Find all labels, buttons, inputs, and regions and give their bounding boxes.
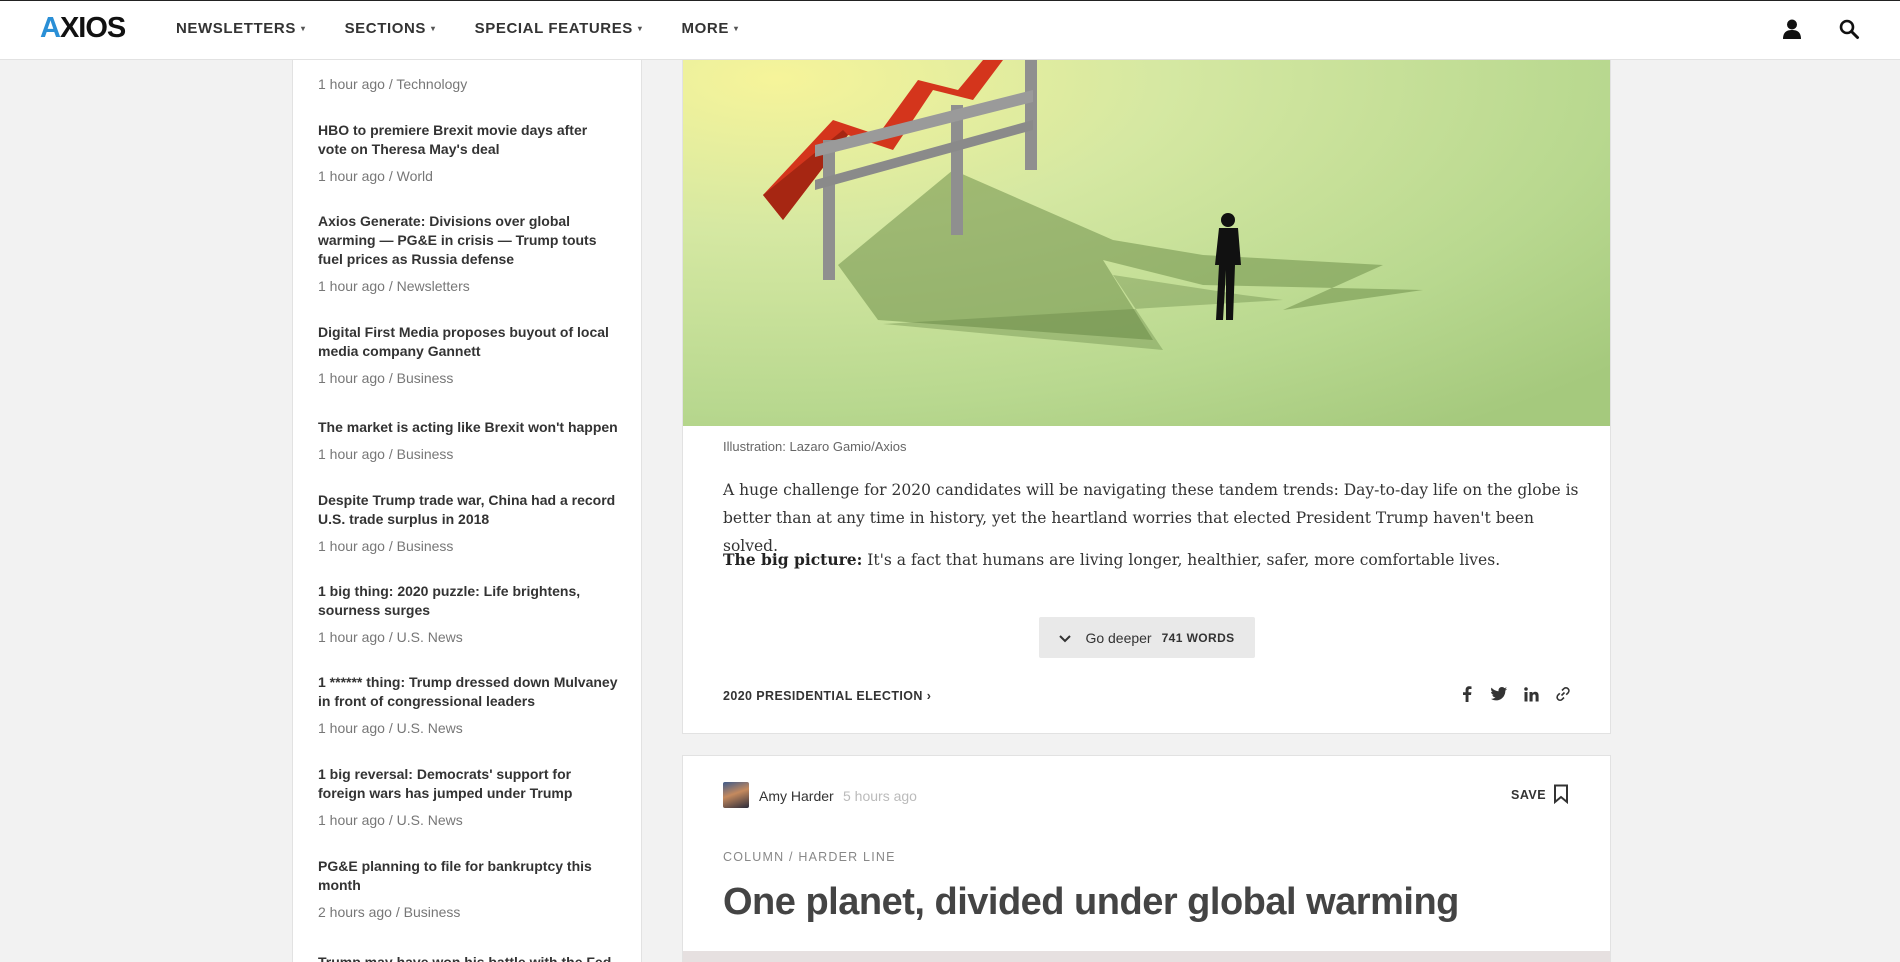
list-item[interactable]: 1 hour ago / Technology — [318, 76, 618, 92]
list-item[interactable]: Despite Trump trade war, China had a rec… — [318, 491, 618, 554]
avatar[interactable] — [723, 782, 749, 808]
item-meta: 1 hour ago / Business — [318, 370, 454, 386]
topic-link[interactable]: 2020 PRESIDENTIAL ELECTION › — [723, 689, 931, 703]
nav-newsletters-label: NEWSLETTERS — [176, 20, 296, 37]
logo-letter-a: A — [40, 11, 61, 44]
author-name[interactable]: Amy Harder — [759, 788, 834, 804]
article-kicker[interactable]: COLUMN / HARDER LINE — [723, 850, 896, 864]
article-card: Illustration: Lazaro Gamio/Axios A huge … — [682, 60, 1611, 734]
item-meta: 1 hour ago / World — [318, 168, 433, 184]
big-picture-text: It's a fact that humans are living longe… — [862, 551, 1501, 569]
list-item[interactable]: Axios Generate: Divisions over global wa… — [318, 212, 618, 294]
chevron-right-icon: › — [926, 689, 932, 703]
article-illustration — [683, 60, 1610, 426]
item-meta: 1 hour ago / U.S. News — [318, 629, 463, 645]
latest-news-sidebar: 1 hour ago / Technology HBO to premiere … — [292, 60, 642, 962]
nav-menu: NEWSLETTERS ▾ SECTIONS ▾ SPECIAL FEATURES ▾… — [176, 20, 778, 37]
item-meta: 1 hour ago / Business — [318, 446, 454, 462]
linkedin-icon[interactable] — [1521, 684, 1541, 704]
go-deeper-button[interactable]: Go deeper 741 WORDS — [1039, 617, 1255, 658]
publish-time: 5 hours ago — [843, 788, 917, 804]
search-icon[interactable] — [1838, 18, 1860, 40]
item-title[interactable]: 1 big thing: 2020 puzzle: Life brightens… — [318, 582, 618, 620]
list-item[interactable]: Trump may have won his battle with the F… — [318, 953, 618, 962]
nav-sections[interactable]: SECTIONS ▾ — [345, 20, 436, 37]
twitter-icon[interactable] — [1489, 684, 1509, 704]
item-meta: 1 hour ago / Newsletters — [318, 278, 470, 294]
big-picture-label: The big picture: — [723, 550, 863, 569]
chevron-down-icon: ▾ — [431, 24, 436, 33]
nav-special-features-label: SPECIAL FEATURES — [474, 20, 633, 37]
item-meta: 2 hours ago / Business — [318, 904, 461, 920]
go-deeper-label: Go deeper — [1085, 629, 1152, 646]
topic-label: 2020 PRESIDENTIAL ELECTION — [723, 689, 923, 703]
item-meta: 1 hour ago / Technology — [318, 76, 468, 92]
list-item[interactable]: Digital First Media proposes buyout of l… — [318, 323, 618, 386]
bookmark-icon[interactable] — [1553, 784, 1571, 806]
nav-more-label: MORE — [681, 20, 729, 37]
item-title[interactable]: 1 ****** thing: Trump dressed down Mulva… — [318, 673, 618, 711]
item-meta: 1 hour ago / Business — [318, 538, 454, 554]
item-title[interactable]: PG&E planning to file for bankruptcy thi… — [318, 857, 618, 895]
big-picture-paragraph: The big picture: It's a fact that humans… — [723, 546, 1583, 574]
list-item[interactable]: 1 big reversal: Democrats' support for f… — [318, 765, 618, 828]
chevron-down-icon: ▾ — [637, 24, 643, 33]
list-item[interactable]: HBO to premiere Brexit movie days after … — [318, 121, 618, 184]
chevron-down-icon: ▾ — [733, 24, 739, 33]
nav-special-features[interactable]: SPECIAL FEATURES ▾ — [475, 20, 643, 37]
list-item[interactable]: 1 ****** thing: Trump dressed down Mulva… — [318, 673, 618, 736]
illustration-caption: Illustration: Lazaro Gamio/Axios — [723, 439, 907, 454]
item-title[interactable]: HBO to premiere Brexit movie days after … — [318, 121, 618, 159]
item-meta: 1 hour ago / U.S. News — [318, 812, 463, 828]
item-meta: 1 hour ago / U.S. News — [318, 720, 463, 736]
top-navigation: A XIOS NEWSLETTERS ▾ SECTIONS ▾ SPECIAL FEA… — [0, 0, 1900, 60]
item-title[interactable]: Digital First Media proposes buyout of l… — [318, 323, 618, 361]
link-icon[interactable] — [1553, 684, 1573, 704]
article-headline[interactable]: One planet, divided under global warming — [723, 881, 1459, 924]
item-title[interactable]: Axios Generate: Divisions over global wa… — [318, 212, 618, 269]
item-title[interactable]: The market is acting like Brexit won't h… — [318, 418, 618, 437]
user-icon[interactable] — [1781, 18, 1803, 40]
axios-logo[interactable]: A XIOS — [40, 12, 126, 44]
item-title[interactable]: Despite Trump trade war, China had a rec… — [318, 491, 618, 529]
word-count: 741 WORDS — [1161, 630, 1235, 645]
facebook-icon[interactable] — [1457, 684, 1477, 704]
list-item[interactable]: The market is acting like Brexit won't h… — [318, 418, 618, 462]
chevron-down-icon — [1059, 630, 1072, 646]
nav-newsletters[interactable]: NEWSLETTERS ▾ — [176, 20, 306, 37]
next-article-card: Amy Harder 5 hours ago SAVE COLUMN / HAR… — [682, 755, 1611, 962]
list-item[interactable]: 1 big thing: 2020 puzzle: Life brightens… — [318, 582, 618, 645]
chevron-down-icon: ▾ — [300, 24, 306, 33]
item-title[interactable]: 1 big reversal: Democrats' support for f… — [318, 765, 618, 803]
item-title[interactable]: Trump may have won his battle with the F… — [318, 953, 618, 962]
nav-sections-label: SECTIONS — [344, 20, 427, 37]
logo-text: XIOS — [59, 11, 126, 44]
article-image-top — [683, 951, 1610, 962]
nav-more[interactable]: MORE ▾ — [682, 20, 739, 37]
save-button[interactable]: SAVE — [1511, 788, 1546, 802]
list-item[interactable]: PG&E planning to file for bankruptcy thi… — [318, 857, 618, 920]
